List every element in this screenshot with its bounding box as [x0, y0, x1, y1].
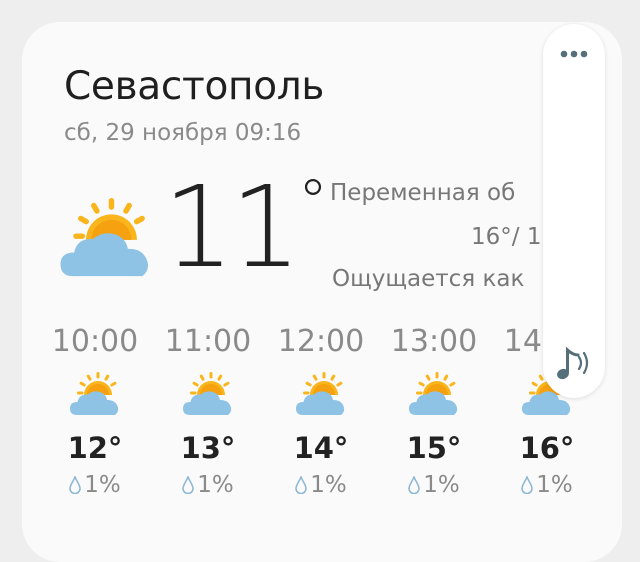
hourly-time: 12:00 — [277, 324, 365, 359]
partly-cloudy-icon — [409, 372, 459, 416]
raindrop-icon — [182, 476, 194, 494]
music-sound-icon[interactable] — [552, 342, 596, 386]
hourly-temperature: 12° — [67, 431, 123, 465]
hourly-precipitation: 1% — [266, 472, 376, 498]
current-temperature: 11 — [163, 163, 302, 293]
precip-value: 1% — [423, 472, 460, 498]
hourly-item: 12:00 14° 1% — [266, 322, 376, 498]
hourly-item: 10:00 12° 1% — [40, 322, 150, 498]
hourly-item: 11:00 13° 1% — [153, 322, 263, 498]
feels-like-text: Ощущается как — [332, 266, 525, 292]
hourly-precipitation: 1% — [40, 472, 150, 498]
hourly-temperature: 15° — [406, 431, 462, 465]
hourly-time: 11:00 — [164, 324, 252, 359]
partly-cloudy-icon — [60, 198, 152, 278]
hourly-time: 13:00 — [390, 324, 478, 359]
precip-value: 1% — [536, 472, 573, 498]
more-dots-icon[interactable] — [554, 34, 594, 74]
hourly-temperature: 16° — [519, 431, 575, 465]
hourly-time: 10:00 — [51, 324, 139, 359]
condition-text: Переменная об — [330, 180, 516, 206]
precip-value: 1% — [197, 472, 234, 498]
edge-panel[interactable] — [543, 24, 605, 398]
raindrop-icon — [295, 476, 307, 494]
date-time: сб, 29 ноября 09:16 — [64, 120, 302, 146]
hourly-item: 13:00 15° 1% — [379, 322, 489, 498]
hourly-precipitation: 1% — [153, 472, 263, 498]
hourly-precipitation: 1% — [492, 472, 602, 498]
weather-card[interactable]: Севастополь сб, 29 ноября 09:16 11 ° Пер… — [22, 22, 622, 562]
partly-cloudy-icon — [183, 372, 233, 416]
raindrop-icon — [69, 476, 81, 494]
degree-symbol: ° — [298, 167, 328, 237]
raindrop-icon — [408, 476, 420, 494]
precip-value: 1% — [310, 472, 347, 498]
hourly-temperature: 13° — [180, 431, 236, 465]
min-max-temperature: 16°/ 1 — [471, 224, 542, 250]
precip-value: 1% — [84, 472, 121, 498]
partly-cloudy-icon — [70, 372, 120, 416]
hourly-precipitation: 1% — [379, 472, 489, 498]
city-name: Севастополь — [64, 64, 325, 109]
raindrop-icon — [521, 476, 533, 494]
hourly-temperature: 14° — [293, 431, 349, 465]
partly-cloudy-icon — [296, 372, 346, 416]
